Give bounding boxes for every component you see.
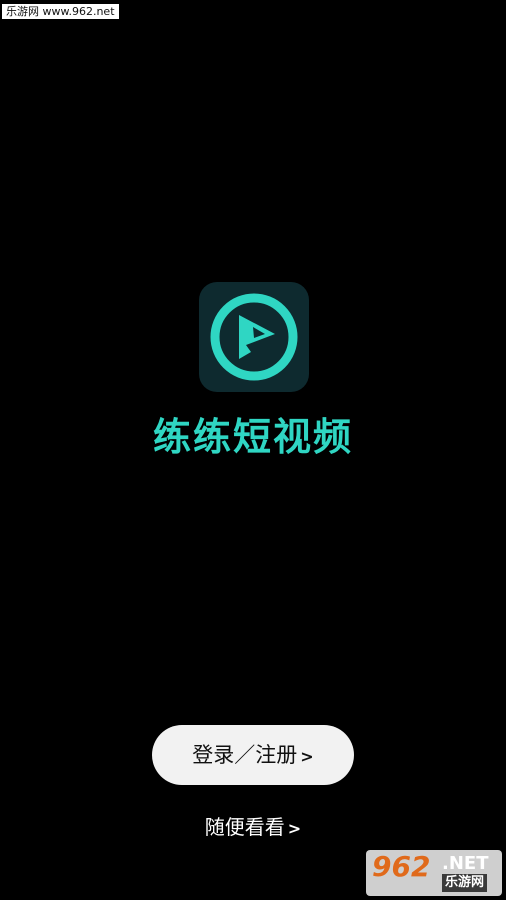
- browse-guest-label: 随便看看: [204, 815, 285, 839]
- browse-guest-link[interactable]: 随便看看 >: [0, 812, 506, 844]
- watermark-net: .NET: [442, 853, 489, 874]
- chevron-right-icon: >: [287, 819, 302, 838]
- login-register-label: 登录／注册: [192, 743, 298, 767]
- app-name: 练练短视频: [152, 415, 353, 459]
- login-register-button[interactable]: 登录／注册 >: [152, 725, 354, 785]
- play-bolt-icon: [210, 293, 298, 381]
- watermark-site: 乐游网: [442, 874, 488, 892]
- watermark-number: 962: [372, 850, 431, 883]
- watermark-top: 乐游网 www.962.net: [2, 4, 119, 19]
- app-logo-icon: [199, 282, 309, 392]
- watermark-logo: 962 .NET 乐游网: [366, 850, 502, 896]
- chevron-right-icon: >: [300, 747, 314, 766]
